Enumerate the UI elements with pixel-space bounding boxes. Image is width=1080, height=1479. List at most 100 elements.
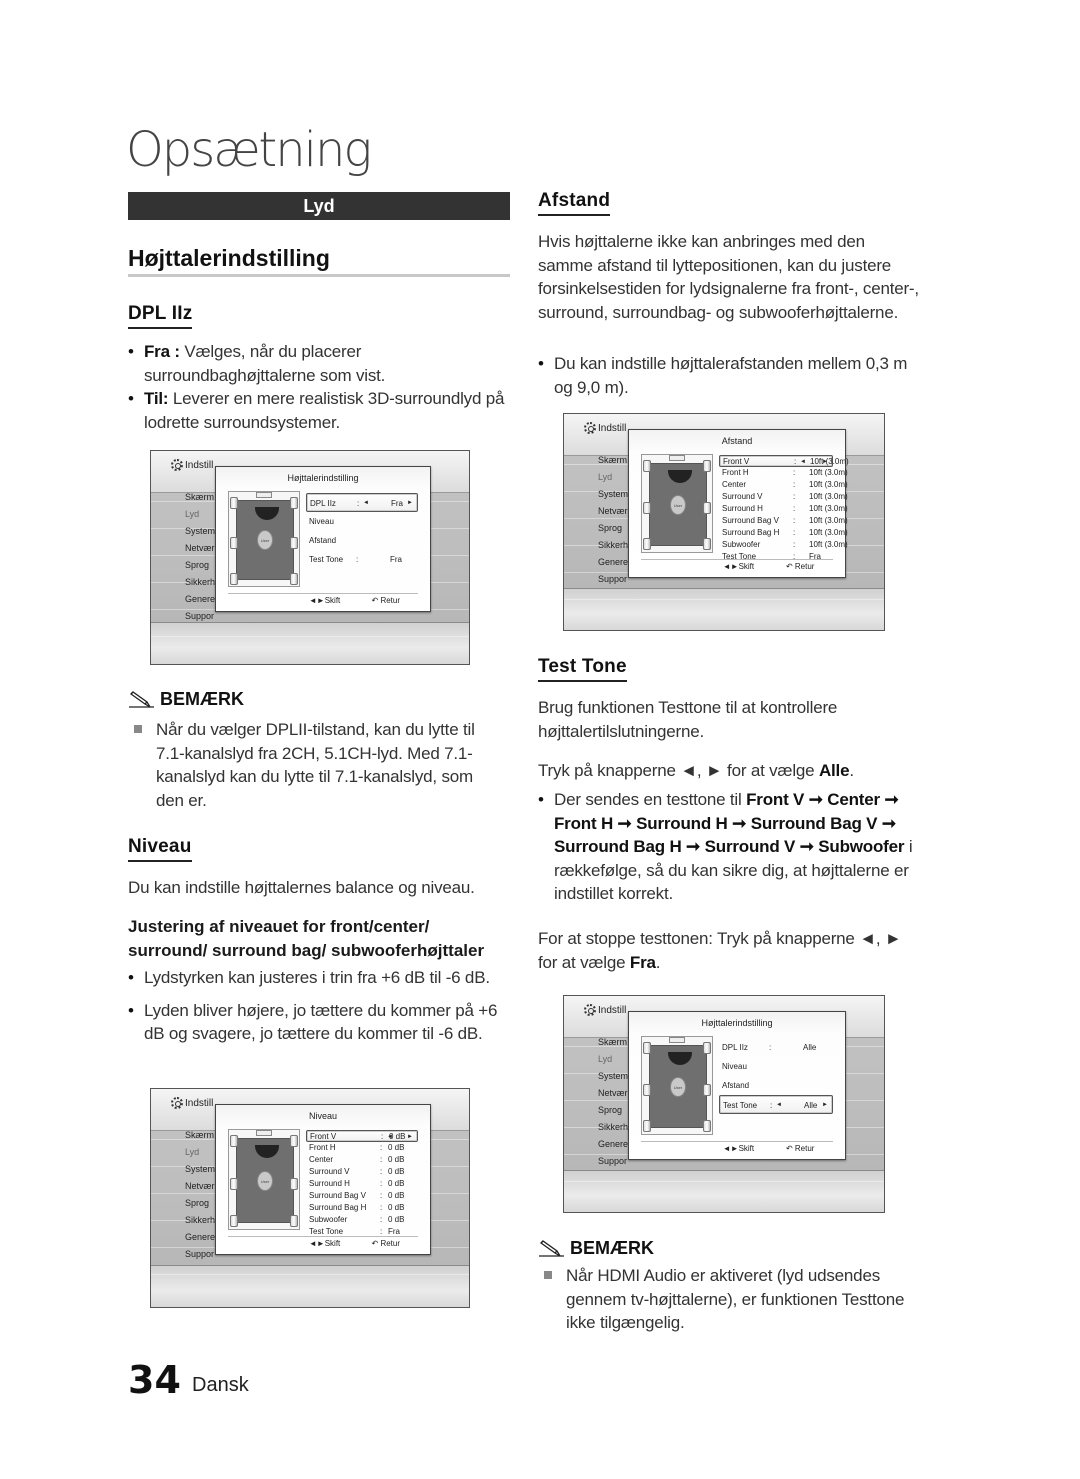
menu-item[interactable]: Netvær: [185, 1178, 215, 1195]
testtone-stop: For at stoppe testtonen: Tryk på knapper…: [538, 929, 902, 972]
menu-item[interactable]: Sprog: [598, 520, 628, 537]
menu-item[interactable]: Sprog: [598, 1102, 628, 1119]
setting-label: Surround V: [309, 1167, 350, 1176]
skift-hint[interactable]: ◄►Skift: [309, 1239, 340, 1248]
setting-label: Surround Bag V: [309, 1191, 366, 1200]
menu-item[interactable]: Lyd: [185, 1144, 215, 1161]
setting-row[interactable]: Surround H: 10ft (3.0m): [719, 503, 848, 515]
setting-row[interactable]: Afstand: [719, 1076, 833, 1095]
settings-list: Front V: ◄ ► 0 dB Front H:0 dB Center:0 dB Sur…: [306, 1130, 418, 1238]
menu-item[interactable]: Skærm: [598, 452, 628, 469]
setting-row[interactable]: Surround V:0 dB: [306, 1166, 418, 1178]
setting-row[interactable]: Niveau: [719, 1057, 833, 1076]
menu-item[interactable]: Skærm: [185, 489, 215, 506]
pencil-note-icon: [128, 690, 156, 710]
menu-item[interactable]: Skærm: [185, 1127, 215, 1144]
setting-row[interactable]: Surround Bag V: 10ft (3.0m): [719, 515, 848, 527]
menu-item[interactable]: Sikkerh: [185, 1212, 215, 1229]
testtone-sequence: Der sendes en testtone til Front V ➞ Cen…: [538, 788, 920, 906]
setting-row[interactable]: Surround V: 10ft (3.0m): [719, 491, 848, 503]
settings-header-label: Indstill: [598, 422, 627, 434]
footer-divider: [228, 1236, 418, 1237]
menu-item[interactable]: Lyd: [185, 506, 215, 523]
menu-item[interactable]: System: [598, 1068, 628, 1085]
menu-item[interactable]: Skærm: [598, 1034, 628, 1051]
brushed-stripe: [564, 599, 884, 600]
skift-hint[interactable]: ◄►Skift: [723, 1144, 754, 1153]
setting-row[interactable]: Center: 10ft (3.0m): [719, 479, 848, 491]
setting-separator: :: [356, 555, 359, 564]
arrow-left-icon[interactable]: ◄: [776, 1096, 782, 1115]
dpl-heading: DPL IIz: [128, 303, 193, 329]
settings-list: DPL IIz: Alle Niveau Afstand Test Tone: ◄ ► All…: [719, 1038, 833, 1114]
setting-row[interactable]: Test Tone: ◄ ► Alle: [719, 1095, 833, 1114]
tv-icon: [668, 470, 692, 483]
menu-item[interactable]: Sikkerh: [185, 574, 215, 591]
setting-row[interactable]: Subwoofer: 10ft (3.0m): [719, 539, 848, 551]
menu-item[interactable]: Sprog: [185, 1195, 215, 1212]
setting-separator: :: [793, 516, 796, 525]
setting-row[interactable]: Center:0 dB: [306, 1154, 418, 1166]
menu-item[interactable]: Suppor: [185, 1246, 215, 1263]
menu-item[interactable]: Suppor: [598, 1153, 628, 1170]
menu-item[interactable]: Netvær: [185, 540, 215, 557]
menu-item[interactable]: Sprog: [185, 557, 215, 574]
return-button[interactable]: ↶ Retur: [372, 596, 401, 605]
menu-item[interactable]: System: [185, 1161, 215, 1178]
setting-row[interactable]: Surround Bag H: 10ft (3.0m): [719, 527, 848, 539]
setting-row[interactable]: Surround Bag V:0 dB: [306, 1190, 418, 1202]
listener-icon: User: [670, 494, 686, 515]
menu-item[interactable]: Suppor: [185, 608, 215, 625]
niveau-bullet: Lyden bliver højere, jo tættere du komme…: [128, 999, 512, 1046]
menu-item[interactable]: Lyd: [598, 469, 628, 486]
menu-item[interactable]: Netvær: [598, 1085, 628, 1102]
arrow-right-icon[interactable]: ►: [407, 494, 413, 513]
center-speaker-icon: [669, 1037, 685, 1043]
setting-row[interactable]: DPL IIz: Alle: [719, 1038, 833, 1057]
setting-row[interactable]: Surround H:0 dB: [306, 1178, 418, 1190]
speaker-icon: [290, 1135, 298, 1147]
settings-menu: Skærm Lyd System Netvær Sprog Sikkerh Genere Su…: [598, 452, 628, 588]
menu-item[interactable]: Genere: [598, 554, 628, 571]
menu-item[interactable]: Genere: [598, 1136, 628, 1153]
return-button[interactable]: ↶ Retur: [786, 562, 815, 571]
setting-row[interactable]: Front V: ◄ ► 0 dB: [306, 1130, 418, 1142]
setting-value: 0 dB: [388, 1215, 405, 1224]
setting-row[interactable]: Front V: ◄ ► 10ft (3.0m): [719, 455, 849, 467]
menu-item[interactable]: Netvær: [598, 503, 628, 520]
setting-row[interactable]: Niveau: [306, 512, 418, 531]
dialog-title: Højttalerindstilling: [287, 473, 359, 483]
menu-item[interactable]: Lyd: [598, 1051, 628, 1068]
return-button[interactable]: ↶ Retur: [786, 1144, 815, 1153]
menu-item[interactable]: Genere: [185, 1229, 215, 1246]
setting-row[interactable]: Surround Bag H:0 dB: [306, 1202, 418, 1214]
menu-item[interactable]: Genere: [185, 591, 215, 608]
setting-row[interactable]: Afstand: [306, 531, 418, 550]
setting-separator: :: [380, 1179, 383, 1188]
screen-bottom-band: [151, 1265, 469, 1307]
menu-item[interactable]: Suppor: [598, 571, 628, 588]
return-button[interactable]: ↶ Retur: [372, 1239, 401, 1248]
setting-label: Surround Bag H: [722, 528, 780, 537]
listener-icon: User: [670, 1076, 686, 1097]
setting-row[interactable]: Subwoofer:0 dB: [306, 1214, 418, 1226]
setting-value: 10ft (3.0m): [809, 540, 848, 549]
setting-row[interactable]: DPL IIz: ◄ ► Fra: [306, 493, 418, 512]
note-heading: BEMÆRK: [128, 689, 244, 710]
center-speaker-icon: [256, 1130, 272, 1136]
skift-hint[interactable]: ◄►Skift: [723, 562, 754, 571]
menu-item[interactable]: System: [185, 523, 215, 540]
arrow-left-icon[interactable]: ◄: [363, 494, 369, 513]
niveau-bullet: Lydstyrken kan justeres i trin fra +6 dB…: [128, 966, 512, 990]
arrow-right-icon[interactable]: ►: [822, 1096, 828, 1115]
menu-item[interactable]: System: [598, 486, 628, 503]
setting-row[interactable]: Front H: 10ft (3.0m): [719, 467, 848, 479]
skift-hint[interactable]: ◄►Skift: [309, 596, 340, 605]
setting-row[interactable]: Front H:0 dB: [306, 1142, 418, 1154]
menu-item[interactable]: Sikkerh: [598, 1119, 628, 1136]
setting-value: 0 dB: [388, 1203, 405, 1212]
setting-separator: :: [769, 1043, 772, 1052]
menu-item[interactable]: Sikkerh: [598, 537, 628, 554]
setting-row[interactable]: Test Tone: Fra: [306, 550, 418, 569]
setting-label: Test Tone: [723, 1101, 758, 1110]
